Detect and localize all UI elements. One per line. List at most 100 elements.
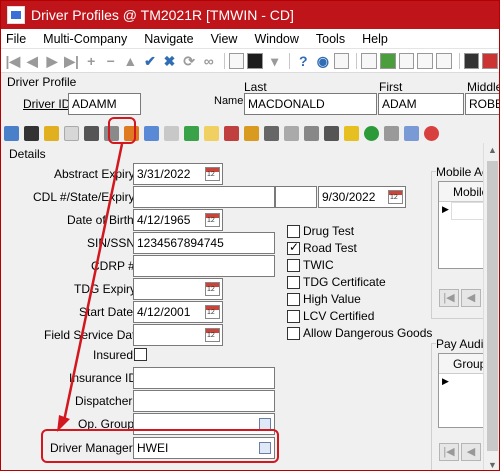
up-icon[interactable]: ▲ <box>122 52 140 70</box>
menu-view[interactable]: View <box>211 32 238 46</box>
cdl-number-field[interactable] <box>133 186 275 208</box>
notes-icon[interactable] <box>398 52 415 69</box>
search-icon[interactable] <box>44 125 59 141</box>
allow-dangerous-goods-label: Allow Dangerous Goods <box>303 326 433 340</box>
last-record-icon[interactable]: ▶| <box>63 52 81 70</box>
scroll-down-icon[interactable]: ▼ <box>484 460 499 470</box>
calendar-icon[interactable] <box>333 52 350 69</box>
tdg-certificate-label: TDG Certificate <box>303 275 386 289</box>
truck-icon[interactable] <box>482 52 499 69</box>
start-date-label: Start Date <box>79 305 134 319</box>
person-badge-icon[interactable] <box>84 125 99 141</box>
dropdown-icon[interactable]: ▾ <box>266 52 284 70</box>
calendar-icon[interactable] <box>205 167 220 181</box>
driver-icon[interactable] <box>463 52 480 69</box>
notes-icon[interactable] <box>204 125 219 141</box>
first-row-icon[interactable]: |◀ <box>439 443 459 461</box>
cancel-x-icon[interactable]: ✖ <box>161 52 179 70</box>
scrollbar-thumb[interactable] <box>487 161 498 451</box>
menu-multi-company[interactable]: Multi-Company <box>43 32 127 46</box>
help-icon[interactable]: ? <box>294 52 312 70</box>
print-icon[interactable] <box>228 52 245 69</box>
driver-id-field[interactable]: ADAMM <box>68 93 141 115</box>
previous-record-icon[interactable]: ◀ <box>24 52 42 70</box>
globe-icon[interactable]: ◉ <box>314 52 332 70</box>
dispatcher-field[interactable] <box>133 390 275 412</box>
sin-ssn-label: SIN/SSN <box>87 236 136 250</box>
link-icon[interactable]: ∞ <box>200 52 218 70</box>
cdrp-field[interactable] <box>133 255 275 277</box>
start-date-field[interactable]: 4/12/2001 <box>133 301 223 323</box>
book-icon[interactable] <box>380 52 396 69</box>
abstract-expiry-field[interactable]: 3/31/2022 <box>133 163 223 185</box>
first-row-icon[interactable]: |◀ <box>439 289 459 307</box>
tdg-certificate-checkbox[interactable] <box>287 276 300 289</box>
menu-window[interactable]: Window <box>254 32 298 46</box>
insured-checkbox[interactable] <box>134 348 147 361</box>
refresh-icon[interactable]: ⟳ <box>180 52 198 70</box>
vertical-scrollbar[interactable]: ▲ ▼ <box>483 143 499 470</box>
previous-row-icon[interactable]: ◀ <box>461 289 481 307</box>
title-bar: Driver Profiles @ TM2021R [TMWIN - CD] <box>1 1 499 29</box>
person-icon[interactable] <box>24 125 39 141</box>
sin-ssn-field[interactable]: 1234567894745 <box>133 232 275 254</box>
wrench-icon[interactable] <box>384 125 399 141</box>
calendar-icon[interactable] <box>205 213 220 227</box>
calendar-icon[interactable] <box>205 282 220 296</box>
save-check-icon[interactable]: ✔ <box>141 52 159 70</box>
first-record-icon[interactable]: |◀ <box>4 52 22 70</box>
clipboard-icon[interactable] <box>164 125 179 141</box>
field-service-date-field[interactable] <box>133 324 223 346</box>
delete-record-icon[interactable]: − <box>102 52 120 70</box>
document-icon[interactable] <box>361 52 378 69</box>
medical-icon[interactable] <box>424 125 439 141</box>
menu-help[interactable]: Help <box>362 32 388 46</box>
driver-profile-section-label: Driver Profile <box>7 75 77 89</box>
lcv-certified-checkbox[interactable] <box>287 310 300 323</box>
insurance-id-field[interactable] <box>133 367 275 389</box>
window-title: Driver Profiles @ TM2021R [TMWIN - CD] <box>31 7 294 23</box>
calendar-icon[interactable] <box>205 305 220 319</box>
tdg-expiry-field[interactable] <box>133 278 223 300</box>
key-icon[interactable] <box>344 125 359 141</box>
high-value-checkbox[interactable] <box>287 293 300 306</box>
menu-tools[interactable]: Tools <box>316 32 345 46</box>
list-icon[interactable] <box>404 125 419 141</box>
twic-checkbox[interactable] <box>287 259 300 272</box>
road-test-checkbox[interactable] <box>287 240 300 255</box>
list-icon[interactable] <box>417 52 434 69</box>
report-icon[interactable] <box>436 52 452 69</box>
first-name-field[interactable]: ADAM <box>378 93 464 115</box>
middle-name-field[interactable]: ROBER <box>465 93 499 115</box>
chain-icon[interactable] <box>304 125 319 141</box>
add-record-icon[interactable]: + <box>82 52 100 70</box>
gauge-icon[interactable] <box>364 125 379 141</box>
tools-icon[interactable] <box>324 125 339 141</box>
monitor-icon[interactable] <box>247 52 263 69</box>
calendar-icon[interactable] <box>144 125 159 141</box>
document-icon[interactable] <box>64 125 79 141</box>
name-label: Name <box>214 95 244 107</box>
previous-row-icon[interactable]: ◀ <box>461 443 481 461</box>
dob-field[interactable]: 4/12/1965 <box>133 209 223 231</box>
cdl-expiry-field[interactable]: 9/30/2022 <box>318 186 406 208</box>
worker-icon[interactable] <box>244 125 259 141</box>
middle-name-header: Middle <box>467 80 500 94</box>
drug-test-checkbox[interactable] <box>287 225 300 238</box>
insurance-id-label: Insurance ID <box>69 371 138 385</box>
last-name-field[interactable]: MACDONALD <box>244 93 377 115</box>
profile-tab-icons <box>1 123 499 143</box>
allow-dangerous-goods-checkbox[interactable] <box>287 327 300 340</box>
scroll-up-icon[interactable]: ▲ <box>484 145 499 155</box>
next-record-icon[interactable]: ▶ <box>43 52 61 70</box>
cdl-state-field[interactable] <box>275 186 317 208</box>
menu-file[interactable]: File <box>6 32 26 46</box>
menu-navigate[interactable]: Navigate <box>144 32 193 46</box>
refresh-green-icon[interactable] <box>184 125 199 141</box>
money-icon[interactable] <box>284 125 299 141</box>
calendar-icon[interactable] <box>205 328 220 342</box>
calendar-icon[interactable] <box>388 190 403 204</box>
network-icon[interactable] <box>224 125 239 141</box>
gear-icon[interactable] <box>264 125 279 141</box>
profile-grid-icon[interactable] <box>4 125 19 141</box>
